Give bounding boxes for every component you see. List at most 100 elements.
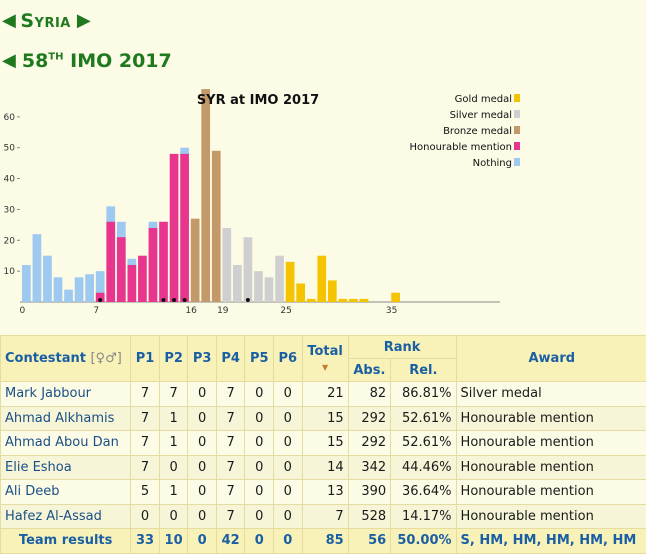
chart-bar [222, 228, 231, 302]
next-country-arrow-icon[interactable]: ▶ [77, 12, 91, 30]
legend-swatch [514, 126, 520, 134]
legend-label: Silver medal [450, 110, 512, 121]
rank-abs-header[interactable]: Abs. [348, 359, 391, 382]
table-row: Mark Jabbour770700218286.81%Silver medal [1, 382, 646, 407]
total-score: 15 [302, 431, 348, 456]
p6-score: 0 [274, 382, 303, 407]
rank-rel: 52.61% [391, 406, 456, 431]
p5-score: 0 [245, 431, 274, 456]
p3-header[interactable]: P3 [188, 336, 217, 382]
olympiad-ordinal-suffix: TH [48, 52, 63, 63]
p4-score: 7 [216, 504, 245, 529]
p2-header[interactable]: P2 [159, 336, 188, 382]
p6-score: 0 [274, 480, 303, 505]
chart-bar [391, 293, 400, 302]
results-distribution-chart: 1020304050600716192535SYR at IMO 2017Gol… [0, 80, 520, 320]
rank-rel: 14.17% [391, 504, 456, 529]
contestant-header[interactable]: Contestant [♀♂] [1, 336, 131, 382]
total-score: 21 [302, 382, 348, 407]
p6-score: 0 [274, 455, 303, 480]
previous-country-arrow-icon[interactable]: ◀ [2, 12, 16, 30]
p2-score: 1 [159, 480, 188, 505]
chart-bar [54, 277, 63, 302]
legend-label: Bronze medal [443, 126, 512, 137]
rank-rel: 36.64% [391, 480, 456, 505]
y-tick-label: 30 [4, 205, 16, 215]
x-tick-label: 16 [185, 306, 197, 316]
olympiad-title: 58TH IMO 2017 [22, 50, 172, 72]
p3-score: 0 [188, 504, 217, 529]
rank-rel-header[interactable]: Rel. [391, 359, 456, 382]
chart-bar [138, 256, 147, 302]
contestant-name-link[interactable]: Mark Jabbour [1, 382, 131, 407]
rank-abs: 528 [348, 504, 391, 529]
chart-bar [159, 222, 168, 302]
contestant-name-link[interactable]: Hafez Al-Assad [1, 504, 131, 529]
rank-abs: 292 [348, 431, 391, 456]
p6-score: 0 [274, 431, 303, 456]
y-tick-label: 20 [4, 236, 16, 246]
legend-label: Gold medal [455, 94, 512, 105]
p1-header[interactable]: P1 [131, 336, 160, 382]
p5-header[interactable]: P5 [245, 336, 274, 382]
chart-bar [212, 151, 221, 302]
team-member-marker [183, 298, 187, 302]
team-p4-score: 42 [216, 529, 245, 554]
p4-score: 7 [216, 455, 245, 480]
team-p2-score: 10 [159, 529, 188, 554]
p3-score: 0 [188, 406, 217, 431]
chart-bar [296, 283, 305, 302]
chart-bar [254, 271, 263, 302]
olympiad-nav: ◀ 58TH IMO 2017 [2, 50, 172, 72]
chart-bar [307, 299, 316, 302]
sort-indicator-icon: ▼ [322, 363, 328, 372]
olympiad-name: IMO 2017 [70, 50, 172, 72]
chart-bar [233, 265, 242, 302]
p4-score: 7 [216, 406, 245, 431]
previous-olympiad-arrow-icon[interactable]: ◀ [2, 52, 16, 70]
team-results-label: Team results [1, 529, 131, 554]
chart-bar [191, 219, 200, 302]
chart-bar-honourable-mention [128, 265, 137, 302]
total-score: 15 [302, 406, 348, 431]
team-award: S, HM, HM, HM, HM, HM [456, 529, 646, 554]
country-nav: ◀ Syria ▶ [2, 10, 91, 32]
award-header[interactable]: Award [456, 336, 646, 382]
chart-bar-honourable-mention [106, 222, 115, 302]
chart-bar [244, 237, 253, 302]
rank-abs: 342 [348, 455, 391, 480]
p1-score: 5 [131, 480, 160, 505]
contestant-name-link[interactable]: Elie Eshoa [1, 455, 131, 480]
p4-score: 7 [216, 431, 245, 456]
p6-header[interactable]: P6 [274, 336, 303, 382]
contestant-name-link[interactable]: Ahmad Alkhamis [1, 406, 131, 431]
legend-label: Nothing [473, 158, 512, 169]
chart-title: SYR at IMO 2017 [197, 93, 319, 108]
chart-bar [286, 262, 295, 302]
award: Honourable mention [456, 504, 646, 529]
team-p3-score: 0 [188, 529, 217, 554]
contestant-name-link[interactable]: Ali Deeb [1, 480, 131, 505]
rank-rel: 44.46% [391, 455, 456, 480]
p2-score: 1 [159, 406, 188, 431]
p5-score: 0 [245, 382, 274, 407]
p5-score: 0 [245, 480, 274, 505]
team-rank-abs: 56 [348, 529, 391, 554]
table-row: Ahmad Abou Dan7107001529252.61%Honourabl… [1, 431, 646, 456]
team-member-marker [246, 298, 250, 302]
table-row: Hafez Al-Assad000700752814.17%Honourable… [1, 504, 646, 529]
gender-symbols: [♀♂] [90, 351, 121, 366]
p4-score: 7 [216, 480, 245, 505]
chart-bar [201, 89, 210, 302]
award: Silver medal [456, 382, 646, 407]
p5-score: 0 [245, 406, 274, 431]
total-score: 14 [302, 455, 348, 480]
contestant-name-link[interactable]: Ahmad Abou Dan [1, 431, 131, 456]
total-header[interactable]: Total▼ [302, 336, 348, 382]
y-tick-label: 40 [4, 175, 16, 185]
team-member-marker [172, 298, 176, 302]
p3-score: 0 [188, 455, 217, 480]
p2-score: 0 [159, 504, 188, 529]
p2-score: 7 [159, 382, 188, 407]
p4-header[interactable]: P4 [216, 336, 245, 382]
